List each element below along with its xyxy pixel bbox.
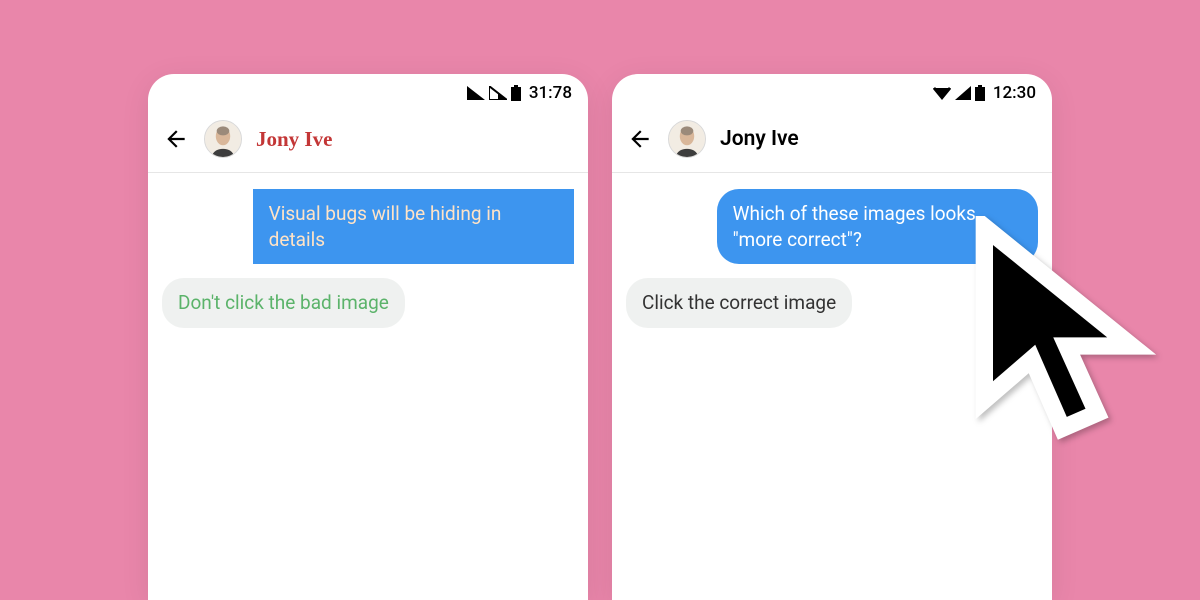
message-outgoing: Visual bugs will be hiding in details (253, 189, 574, 264)
message-incoming: Click the correct image (626, 278, 852, 328)
wifi-icon (933, 86, 951, 100)
status-bar: 31:78 (148, 74, 588, 112)
battery-icon (511, 85, 521, 101)
status-bar: 12:30 (612, 74, 1052, 112)
status-icons (467, 85, 521, 101)
message-outgoing: Which of these images looks "more correc… (717, 189, 1038, 264)
message-incoming: Don't click the bad image (162, 278, 405, 328)
arrow-left-icon (163, 126, 189, 152)
cell-icon (955, 86, 971, 100)
status-time: 31:78 (529, 83, 572, 103)
chat-header: Jony Ive (612, 112, 1052, 173)
signal-skew2-icon (489, 86, 507, 100)
status-icons (933, 85, 985, 101)
status-time: 12:30 (993, 83, 1036, 103)
battery-icon (975, 85, 985, 101)
arrow-left-icon (627, 126, 653, 152)
chat-header: Jony Ive (148, 112, 588, 173)
message-list: Visual bugs will be hiding in details Do… (148, 173, 588, 344)
avatar-icon (669, 121, 705, 157)
contact-name: Jony Ive (256, 127, 332, 152)
contact-name: Jony Ive (720, 127, 799, 151)
avatar-icon (205, 121, 241, 157)
phone-mock-bad[interactable]: 31:78 Jony Ive Visual bugs will be hidin… (148, 74, 588, 600)
signal-skew-icon (467, 86, 485, 100)
back-button[interactable] (162, 125, 190, 153)
contact-avatar[interactable] (668, 120, 706, 158)
back-button[interactable] (626, 125, 654, 153)
phone-mock-correct[interactable]: 12:30 Jony Ive Which of these images loo… (612, 74, 1052, 600)
contact-avatar[interactable] (204, 120, 242, 158)
message-list: Which of these images looks "more correc… (612, 173, 1052, 344)
